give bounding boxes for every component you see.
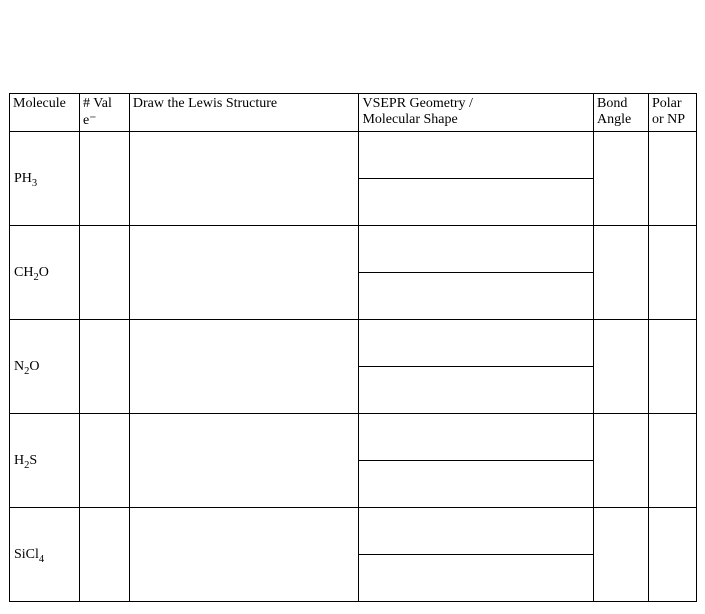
- table-row: SiCl4: [10, 508, 697, 555]
- molecule-cell: N2O: [10, 320, 80, 414]
- molecule-cell: CH2O: [10, 226, 80, 320]
- bond-angle-cell[interactable]: [594, 320, 649, 414]
- bond-angle-cell[interactable]: [594, 226, 649, 320]
- header-polar-line2: or NP: [652, 112, 685, 127]
- header-vsepr-line1: VSEPR Geometry /: [362, 96, 472, 111]
- molecule-formula: SiCl4: [14, 547, 44, 562]
- bond-angle-cell[interactable]: [594, 132, 649, 226]
- header-bond-line1: Bond: [597, 96, 627, 111]
- molecule-formula: CH2O: [14, 265, 49, 280]
- table-row: PH3: [10, 132, 697, 179]
- valence-cell[interactable]: [79, 414, 129, 508]
- valence-cell[interactable]: [79, 132, 129, 226]
- molecule-cell: PH3: [10, 132, 80, 226]
- molecule-cell: H2S: [10, 414, 80, 508]
- header-row: Molecule # Val e⁻ Draw the Lewis Structu…: [10, 94, 697, 132]
- polar-cell[interactable]: [648, 226, 696, 320]
- molecular-shape-cell[interactable]: [359, 367, 594, 414]
- lewis-cell[interactable]: [129, 508, 359, 602]
- polar-cell[interactable]: [648, 414, 696, 508]
- header-vsepr: VSEPR Geometry / Molecular Shape: [359, 94, 594, 132]
- vsepr-geometry-cell[interactable]: [359, 320, 594, 367]
- molecular-shape-cell[interactable]: [359, 179, 594, 226]
- vsepr-geometry-cell[interactable]: [359, 132, 594, 179]
- valence-cell[interactable]: [79, 320, 129, 414]
- molecule-formula: PH3: [14, 171, 37, 186]
- lewis-cell[interactable]: [129, 320, 359, 414]
- bond-angle-cell[interactable]: [594, 414, 649, 508]
- header-bond-line2: Angle: [597, 112, 631, 127]
- header-polar: Polar or NP: [648, 94, 696, 132]
- vsepr-geometry-cell[interactable]: [359, 508, 594, 555]
- molecular-shape-cell[interactable]: [359, 555, 594, 602]
- lewis-cell[interactable]: [129, 414, 359, 508]
- table-row: CH2O: [10, 226, 697, 273]
- vsepr-geometry-cell[interactable]: [359, 226, 594, 273]
- header-polar-line1: Polar: [652, 96, 682, 111]
- header-valence: # Val e⁻: [79, 94, 129, 132]
- molecular-shape-cell[interactable]: [359, 273, 594, 320]
- molecular-shape-cell[interactable]: [359, 461, 594, 508]
- valence-cell[interactable]: [79, 226, 129, 320]
- polar-cell[interactable]: [648, 132, 696, 226]
- header-molecule: Molecule: [10, 94, 80, 132]
- bond-angle-cell[interactable]: [594, 508, 649, 602]
- header-lewis: Draw the Lewis Structure: [129, 94, 359, 132]
- worksheet-table: Molecule # Val e⁻ Draw the Lewis Structu…: [9, 93, 697, 602]
- header-vsepr-line2: Molecular Shape: [362, 112, 457, 127]
- table-row: N2O: [10, 320, 697, 367]
- lewis-cell[interactable]: [129, 132, 359, 226]
- molecule-formula: N2O: [14, 359, 40, 374]
- polar-cell[interactable]: [648, 320, 696, 414]
- vsepr-table: Molecule # Val e⁻ Draw the Lewis Structu…: [9, 93, 697, 602]
- vsepr-geometry-cell[interactable]: [359, 414, 594, 461]
- lewis-cell[interactable]: [129, 226, 359, 320]
- molecule-cell: SiCl4: [10, 508, 80, 602]
- molecule-formula: H2S: [14, 453, 37, 468]
- valence-cell[interactable]: [79, 508, 129, 602]
- polar-cell[interactable]: [648, 508, 696, 602]
- table-body: PH3 CH2O: [10, 132, 697, 602]
- table-row: H2S: [10, 414, 697, 461]
- header-bond: Bond Angle: [594, 94, 649, 132]
